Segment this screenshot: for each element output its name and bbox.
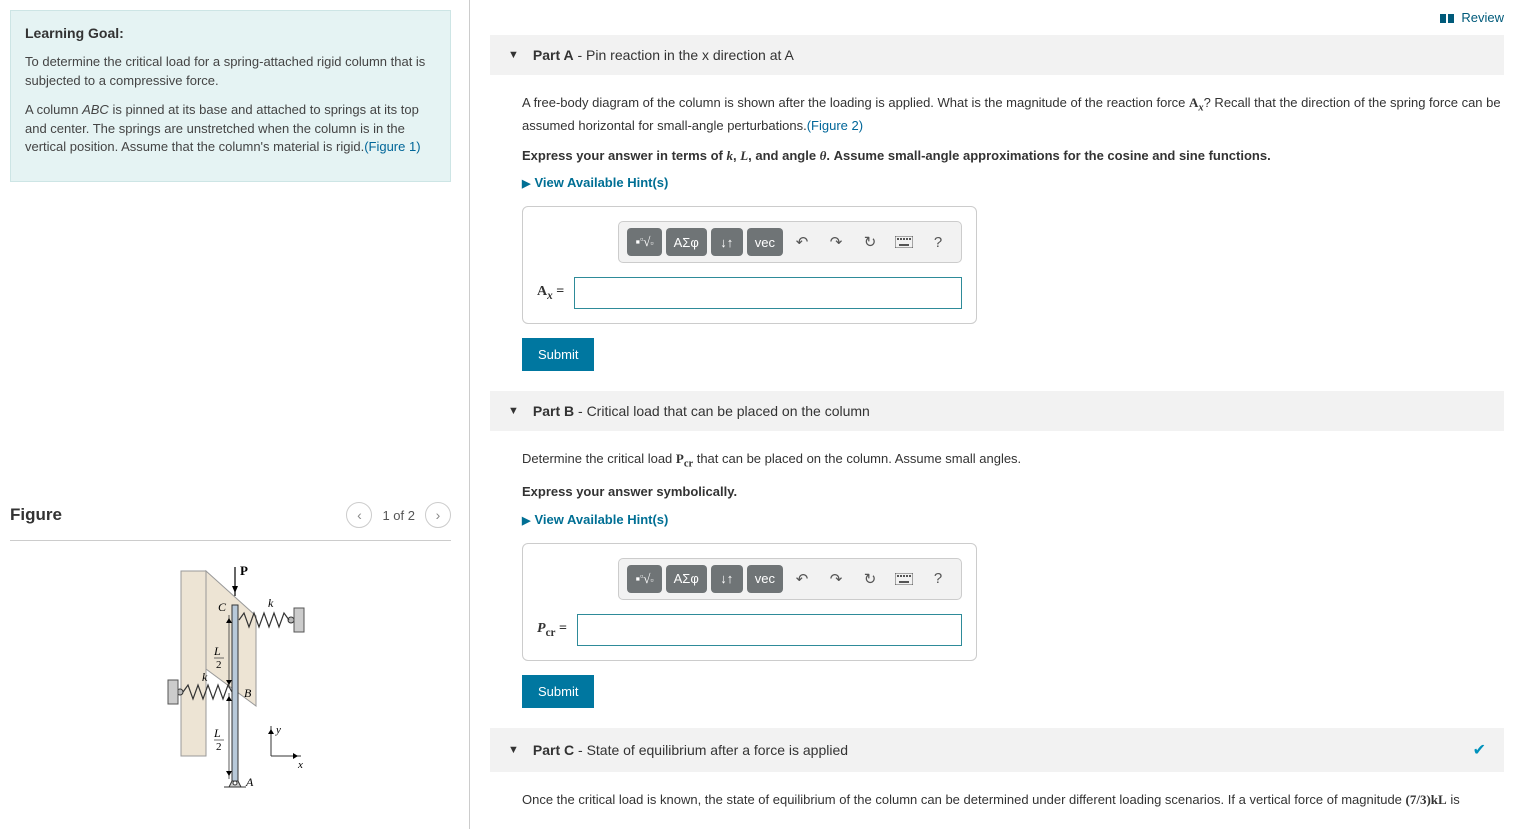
- svg-text:2: 2: [216, 741, 222, 753]
- keyboard-icon[interactable]: [889, 228, 919, 256]
- part-a-hints-link[interactable]: ▶View Available Hint(s): [522, 175, 1504, 190]
- figure-nav: ‹ 1 of 2 ›: [346, 502, 451, 528]
- learning-goal-para2: A column ABC is pinned at its base and a…: [25, 101, 436, 158]
- part-c-header[interactable]: ▼ Part C - State of equilibrium after a …: [490, 728, 1504, 772]
- vec-button[interactable]: vec: [747, 565, 783, 593]
- part-a-answer-box: ▪▫√▫ ΑΣφ ↓↑ vec ↶ ↷ ↻ ? Ax =: [522, 206, 977, 324]
- undo-icon[interactable]: ↶: [787, 565, 817, 593]
- redo-icon[interactable]: ↷: [821, 565, 851, 593]
- review-link[interactable]: Review: [490, 0, 1504, 35]
- help-icon[interactable]: ?: [923, 565, 953, 593]
- part-a-description: A free-body diagram of the column is sho…: [522, 93, 1504, 136]
- part-c-title: - State of equilibrium after a force is …: [574, 742, 848, 758]
- figure-next-button[interactable]: ›: [425, 502, 451, 528]
- caret-down-icon: ▼: [508, 405, 519, 417]
- equation-toolbar: ▪▫√▫ ΑΣφ ↓↑ vec ↶ ↷ ↻ ?: [618, 558, 962, 600]
- left-panel: Learning Goal: To determine the critical…: [0, 0, 470, 829]
- svg-text:x: x: [297, 759, 303, 771]
- learning-goal-heading: Learning Goal:: [25, 25, 436, 41]
- arrows-button[interactable]: ↓↑: [711, 565, 743, 593]
- figure-section: Figure ‹ 1 of 2 › P k: [10, 502, 451, 791]
- part-b-title: - Critical load that can be placed on th…: [574, 403, 870, 419]
- part-c-body: Once the critical load is known, the sta…: [490, 772, 1504, 810]
- part-b-hints-link[interactable]: ▶View Available Hint(s): [522, 512, 1504, 527]
- triangle-right-icon: ▶: [522, 178, 530, 190]
- redo-icon[interactable]: ↷: [821, 228, 851, 256]
- figure-heading: Figure: [10, 505, 62, 525]
- svg-text:B: B: [244, 686, 252, 700]
- part-c-description: Once the critical load is known, the sta…: [522, 790, 1504, 810]
- triangle-right-icon: ▶: [522, 515, 530, 527]
- part-a-header[interactable]: ▼ Part A - Pin reaction in the x directi…: [490, 35, 1504, 75]
- part-a-answer-row: Ax =: [537, 277, 962, 309]
- right-panel: Review ▼ Part A - Pin reaction in the x …: [470, 0, 1524, 829]
- figure-prev-button[interactable]: ‹: [346, 502, 372, 528]
- templates-button[interactable]: ▪▫√▫: [627, 565, 661, 593]
- part-a-instruction: Express your answer in terms of k, L, an…: [522, 146, 1504, 166]
- svg-text:y: y: [275, 724, 281, 736]
- greek-button[interactable]: ΑΣφ: [666, 565, 707, 593]
- part-b-answer-label: Pcr =: [537, 621, 567, 639]
- svg-text:k: k: [268, 596, 274, 610]
- part-b-answer-box: ▪▫√▫ ΑΣφ ↓↑ vec ↶ ↷ ↻ ? Pcr =: [522, 543, 977, 661]
- part-a-body: A free-body diagram of the column is sho…: [490, 75, 1504, 371]
- column-diagram: P k C k B A: [116, 561, 346, 791]
- svg-text:k: k: [202, 670, 208, 684]
- reset-icon[interactable]: ↻: [855, 228, 885, 256]
- svg-text:L: L: [213, 644, 221, 658]
- part-b-submit-button[interactable]: Submit: [522, 675, 594, 708]
- vec-button[interactable]: vec: [747, 228, 783, 256]
- part-b-description: Determine the critical load Pcr that can…: [522, 449, 1504, 472]
- learning-goal-box: Learning Goal: To determine the critical…: [10, 10, 451, 182]
- caret-down-icon: ▼: [508, 49, 519, 61]
- svg-text:C: C: [218, 600, 227, 614]
- arrows-button[interactable]: ↓↑: [711, 228, 743, 256]
- caret-down-icon: ▼: [508, 744, 519, 756]
- svg-text:2: 2: [216, 659, 222, 671]
- part-a-label: Part A: [533, 47, 574, 63]
- part-b-label: Part B: [533, 403, 574, 419]
- check-icon: ✔: [1473, 740, 1486, 760]
- keyboard-icon[interactable]: [889, 565, 919, 593]
- part-b-instruction: Express your answer symbolically.: [522, 482, 1504, 502]
- undo-icon[interactable]: ↶: [787, 228, 817, 256]
- reset-icon[interactable]: ↻: [855, 565, 885, 593]
- part-a: ▼ Part A - Pin reaction in the x directi…: [490, 35, 1504, 371]
- svg-text:A: A: [245, 775, 254, 789]
- help-icon[interactable]: ?: [923, 228, 953, 256]
- figure-counter: 1 of 2: [382, 508, 415, 523]
- part-b-header[interactable]: ▼ Part B - Critical load that can be pla…: [490, 391, 1504, 431]
- part-c: ▼ Part C - State of equilibrium after a …: [490, 728, 1504, 810]
- svg-text:P: P: [240, 563, 248, 578]
- figure-header: Figure ‹ 1 of 2 ›: [10, 502, 451, 541]
- figure-1-link[interactable]: (Figure 1): [364, 139, 420, 154]
- part-b-body: Determine the critical load Pcr that can…: [490, 431, 1504, 708]
- part-b-answer-row: Pcr =: [537, 614, 962, 646]
- templates-button[interactable]: ▪▫√▫: [627, 228, 661, 256]
- part-a-answer-input[interactable]: [574, 277, 962, 309]
- part-b-answer-input[interactable]: [577, 614, 962, 646]
- part-a-answer-label: Ax =: [537, 284, 564, 302]
- greek-button[interactable]: ΑΣφ: [666, 228, 707, 256]
- learning-goal-para1: To determine the critical load for a spr…: [25, 53, 436, 91]
- part-c-label: Part C: [533, 742, 574, 758]
- svg-text:L: L: [213, 726, 221, 740]
- figure-2-link[interactable]: (Figure 2): [807, 118, 863, 133]
- part-b: ▼ Part B - Critical load that can be pla…: [490, 391, 1504, 708]
- part-a-title: - Pin reaction in the x direction at A: [574, 47, 794, 63]
- figure-image: P k C k B A: [10, 541, 451, 791]
- part-a-submit-button[interactable]: Submit: [522, 338, 594, 371]
- book-icon: [1440, 13, 1454, 25]
- equation-toolbar: ▪▫√▫ ΑΣφ ↓↑ vec ↶ ↷ ↻ ?: [618, 221, 962, 263]
